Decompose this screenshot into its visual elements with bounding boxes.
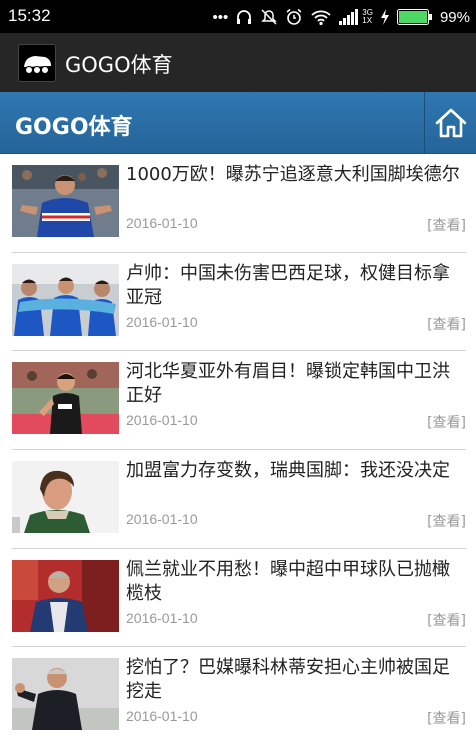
view-link[interactable]: [查看]	[427, 511, 466, 531]
view-link[interactable]: [查看]	[427, 412, 466, 432]
news-title[interactable]: 佩兰就业不用愁！曝中超中甲球队已抛橄榄枝	[126, 558, 466, 606]
charging-icon	[380, 9, 389, 25]
site-title: GOGO体育	[15, 115, 133, 140]
news-title[interactable]: 卢帅：中国未伤害巴西足球，权健目标拿亚冠	[126, 262, 466, 310]
alarm-icon	[286, 8, 302, 25]
status-time: 15:32	[8, 6, 51, 25]
news-title[interactable]: 1000万欧！曝苏宁追逐意大利国脚埃德尔	[126, 163, 466, 187]
status-bar: 15:32 ••• 3G 1X 99%	[0, 0, 476, 33]
news-thumbnail[interactable]	[12, 559, 119, 632]
home-button[interactable]	[424, 92, 476, 153]
news-thumbnail[interactable]	[12, 165, 119, 237]
news-thumbnail[interactable]	[12, 362, 119, 435]
gogo-logo-icon[interactable]	[18, 44, 56, 82]
network-type: 3G 1X	[362, 9, 373, 25]
signal-icon	[339, 9, 359, 25]
news-item[interactable]: 佩兰就业不用愁！曝中超中甲球队已抛橄榄枝 2016-01-10 [查看]	[12, 549, 466, 648]
battery-level: 99%	[439, 8, 470, 26]
news-date: 2016-01-10	[126, 708, 198, 725]
more-notifications-icon: •••	[212, 8, 229, 26]
news-title[interactable]: 挖怕了？巴媒曝科林蒂安担心主帅被国足挖走	[126, 656, 466, 704]
view-link[interactable]: [查看]	[427, 708, 466, 728]
site-header: GOGO体育	[0, 92, 476, 154]
home-icon	[435, 108, 466, 137]
news-thumbnail[interactable]	[12, 263, 119, 336]
news-thumbnail[interactable]	[12, 658, 119, 731]
news-date: 2016-01-10	[126, 313, 198, 330]
view-link[interactable]: [查看]	[427, 314, 466, 334]
news-item[interactable]: 卢帅：中国未伤害巴西足球，权健目标拿亚冠 2016-01-10 [查看]	[12, 253, 466, 352]
mute-icon	[261, 9, 278, 25]
news-item[interactable]: 加盟富力存变数，瑞典国脚：我还没决定 2016-01-10 [查看]	[12, 450, 466, 549]
news-item[interactable]: 1000万欧！曝苏宁追逐意大利国脚埃德尔 2016-01-10 [查看]	[12, 154, 466, 253]
battery-icon	[396, 9, 432, 25]
news-title[interactable]: 加盟富力存变数，瑞典国脚：我还没决定	[126, 459, 466, 483]
wifi-icon	[311, 10, 331, 26]
app-title: GOGO体育	[65, 53, 173, 77]
app-action-bar: GOGO体育	[0, 33, 476, 92]
news-title[interactable]: 河北华夏亚外有眉目！曝锁定韩国中卫洪正好	[126, 360, 466, 408]
news-date: 2016-01-10	[126, 609, 198, 626]
news-item[interactable]: 挖怕了？巴媒曝科林蒂安担心主帅被国足挖走 2016-01-10 [查看]	[12, 647, 466, 745]
news-date: 2016-01-10	[126, 215, 198, 231]
news-item[interactable]: 河北华夏亚外有眉目！曝锁定韩国中卫洪正好 2016-01-10 [查看]	[12, 351, 466, 451]
news-list: 1000万欧！曝苏宁追逐意大利国脚埃德尔 2016-01-10 [查看] 卢帅：…	[12, 154, 466, 745]
network-type-bottom: 1X	[362, 16, 373, 25]
status-icons: ••• 3G 1X 99%	[213, 5, 470, 29]
view-link[interactable]: [查看]	[427, 610, 466, 630]
view-link[interactable]: [查看]	[427, 215, 466, 235]
news-date: 2016-01-10	[126, 511, 198, 528]
news-date: 2016-01-10	[126, 412, 198, 429]
news-thumbnail[interactable]	[12, 461, 119, 534]
headphones-icon	[237, 10, 252, 24]
